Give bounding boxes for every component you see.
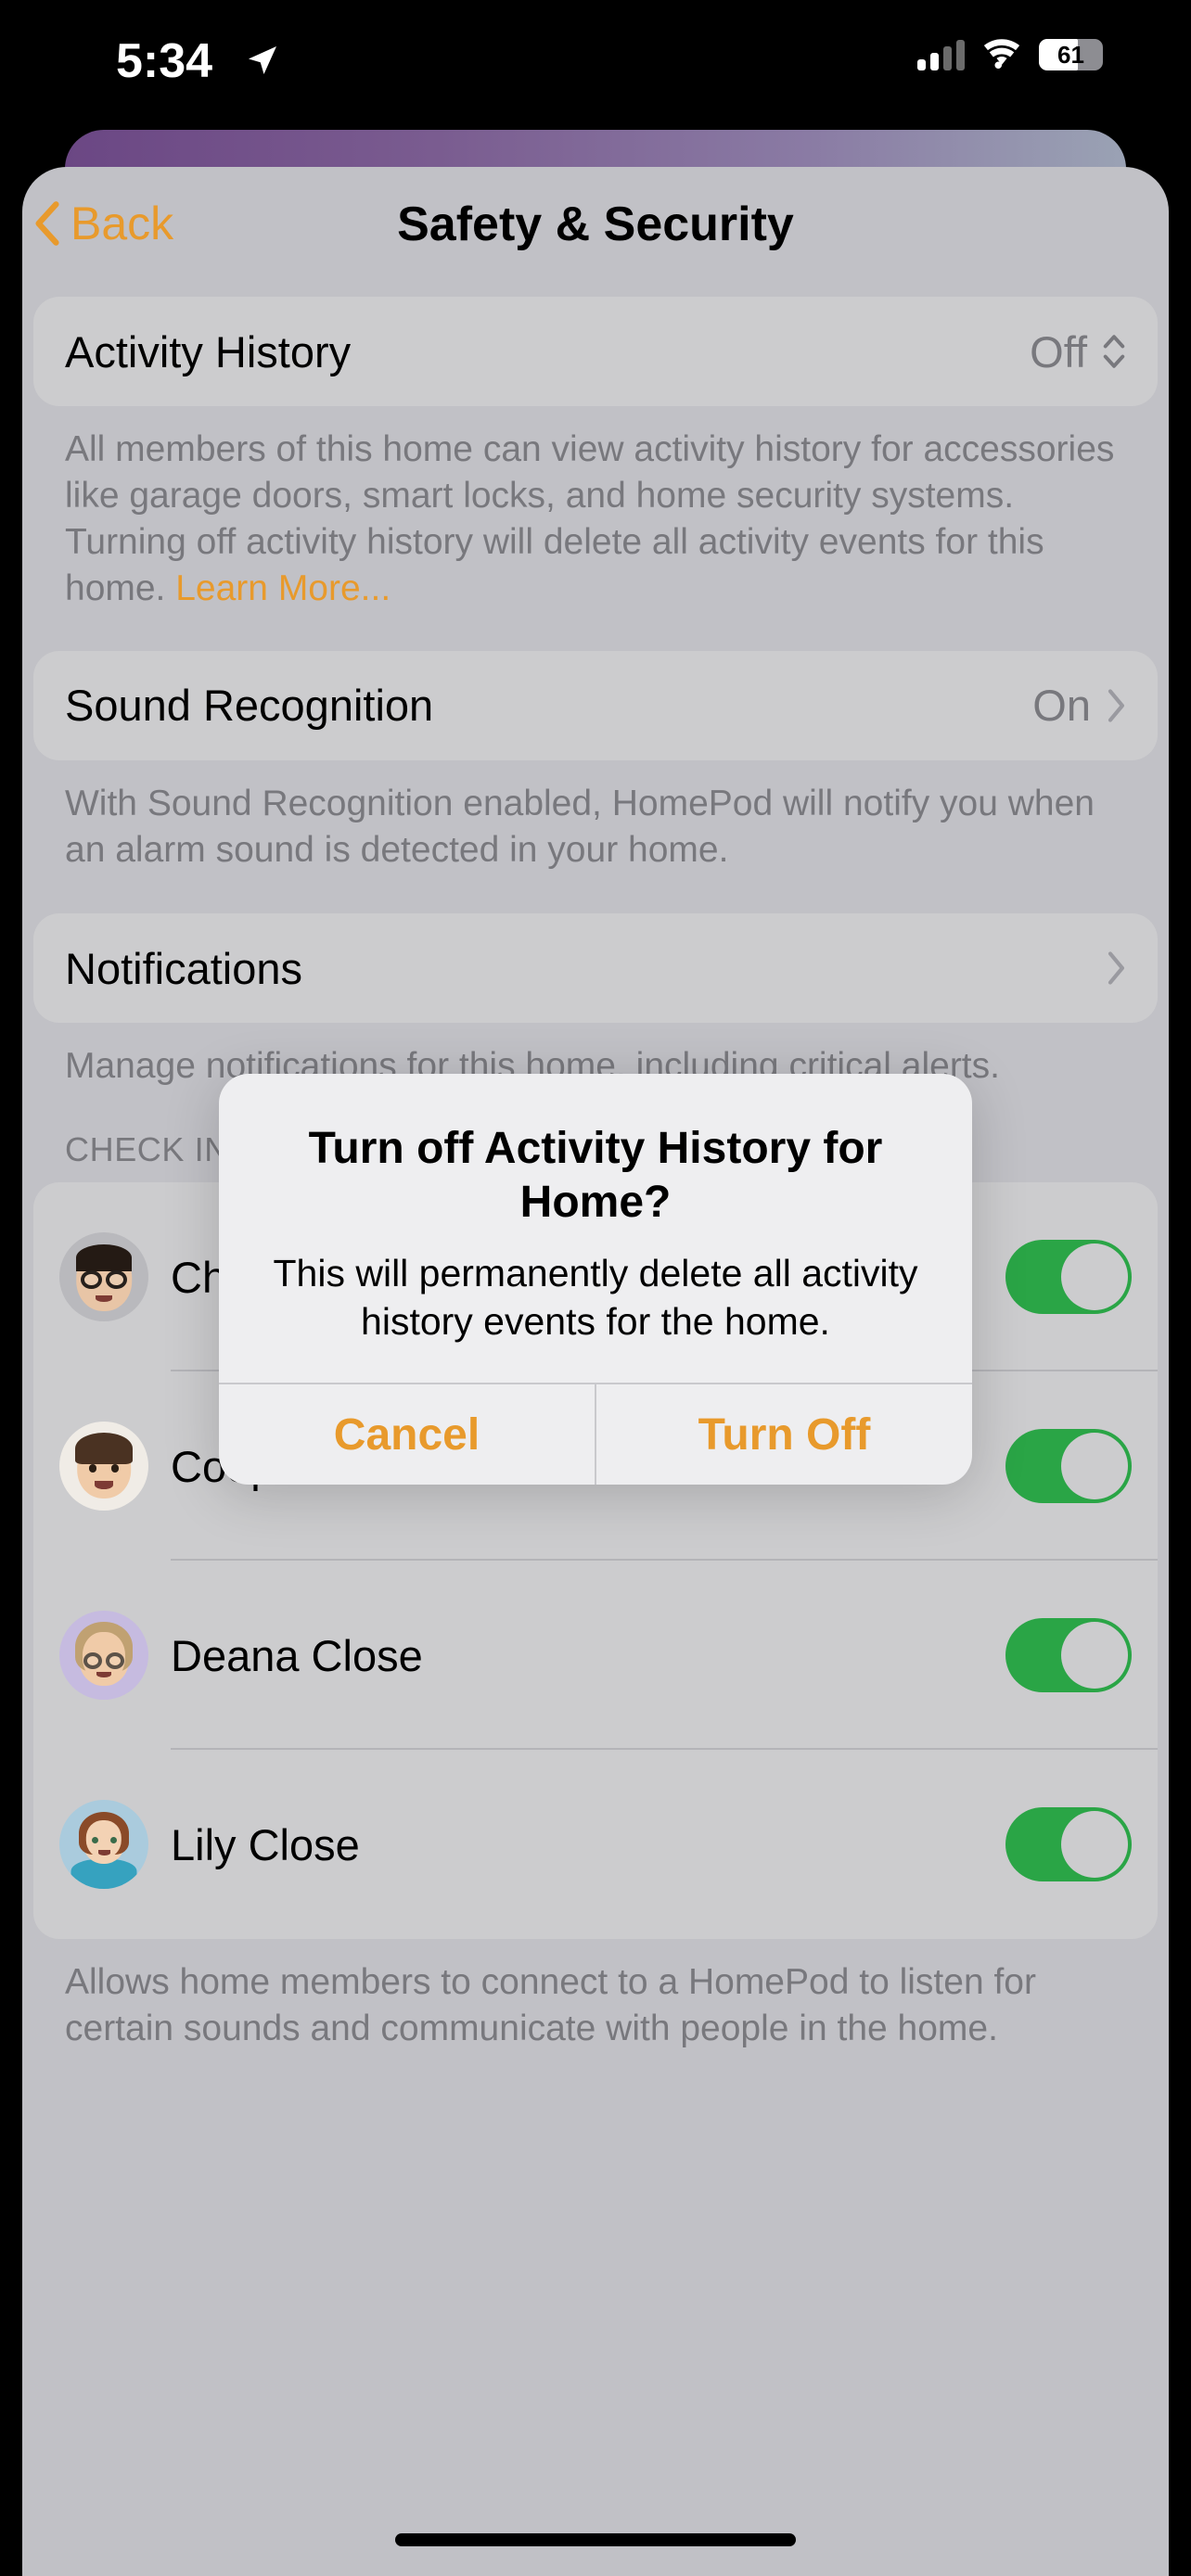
avatar bbox=[59, 1800, 148, 1890]
page-title: Safety & Security bbox=[397, 198, 794, 251]
iphone-screen: 5:34 61 Back Safety & Security Activity … bbox=[0, 0, 1191, 2576]
status-bar-indicators: 61 bbox=[917, 39, 1103, 70]
check-in-toggle[interactable] bbox=[1005, 1807, 1132, 1882]
avatar bbox=[59, 1422, 148, 1511]
list-item[interactable]: Lily Close bbox=[33, 1750, 1158, 1939]
check-in-toggle[interactable] bbox=[1005, 1240, 1132, 1315]
battery-percent-label: 61 bbox=[1057, 40, 1084, 69]
activity-history-card: Activity History Off bbox=[33, 297, 1158, 406]
location-arrow-icon bbox=[249, 46, 276, 74]
alert-title: Turn off Activity History for Home? bbox=[308, 1124, 883, 1227]
status-bar-time: 5:34 bbox=[116, 34, 213, 88]
avatar bbox=[59, 1232, 148, 1322]
home-indicator bbox=[395, 2533, 796, 2546]
alert-message: This will permanently delete all activit… bbox=[273, 1252, 918, 1344]
person-name: Lily Close bbox=[171, 1819, 360, 1869]
activity-history-footer: All members of this home can view activi… bbox=[33, 406, 1158, 612]
battery-icon: 61 bbox=[1039, 39, 1103, 70]
sound-recognition-label: Sound Recognition bbox=[65, 681, 434, 731]
activity-history-value: Off bbox=[1030, 326, 1087, 376]
person-name: Deana Close bbox=[171, 1630, 423, 1680]
cellular-bars-icon bbox=[917, 39, 965, 70]
chevron-right-icon bbox=[1108, 689, 1124, 722]
turn-off-button[interactable]: Turn Off bbox=[595, 1384, 972, 1486]
chevron-up-down-icon bbox=[1103, 335, 1125, 368]
alert-actions: Cancel Turn Off bbox=[219, 1383, 972, 1486]
status-bar: 5:34 61 bbox=[0, 0, 1191, 111]
sound-recognition-value: On bbox=[1032, 681, 1091, 731]
list-item[interactable]: Deana Close bbox=[33, 1561, 1158, 1751]
cancel-button[interactable]: Cancel bbox=[219, 1384, 595, 1485]
confirmation-alert-dialog: Turn off Activity History for Home? This… bbox=[219, 1074, 972, 1486]
activity-history-label: Activity History bbox=[65, 326, 352, 376]
check-in-toggle[interactable] bbox=[1005, 1429, 1132, 1504]
check-in-footer: Allows home members to connect to a Home… bbox=[65, 1962, 1036, 2049]
sound-recognition-row[interactable]: Sound Recognition On bbox=[33, 651, 1158, 760]
sound-recognition-card: Sound Recognition On bbox=[33, 650, 1158, 760]
check-in-toggle[interactable] bbox=[1005, 1618, 1132, 1693]
chevron-right-icon bbox=[1108, 951, 1124, 986]
alert-body: Turn off Activity History for Home? This… bbox=[219, 1074, 972, 1383]
sound-recognition-footer: With Sound Recognition enabled, HomePod … bbox=[65, 783, 1095, 870]
learn-more-link[interactable]: Learn More... bbox=[175, 568, 391, 608]
activity-history-row[interactable]: Activity History Off bbox=[33, 297, 1158, 406]
notifications-label: Notifications bbox=[65, 943, 302, 993]
avatar bbox=[59, 1611, 148, 1701]
notifications-row[interactable]: Notifications bbox=[33, 913, 1158, 1023]
notifications-card: Notifications bbox=[33, 913, 1158, 1024]
wifi-icon bbox=[983, 39, 1020, 70]
navigation-bar: Back Safety & Security bbox=[22, 167, 1169, 297]
